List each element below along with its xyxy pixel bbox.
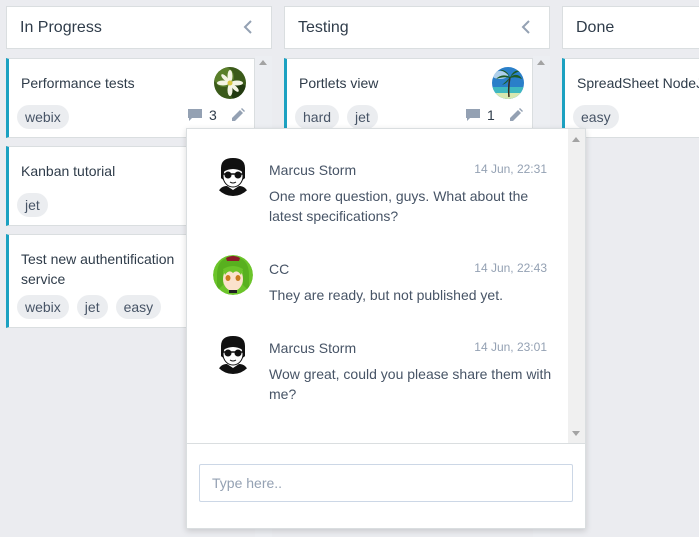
comment-item: Marcus Storm 14 Jun, 23:01 Wow great, co… — [187, 334, 567, 414]
scroll-down-arrow-icon[interactable] — [572, 431, 580, 436]
card-portlets-view[interactable]: Portlets view hard jet 1 — [284, 58, 533, 138]
edit-pencil-icon[interactable] — [509, 108, 523, 122]
comment-text: Wow great, could you please share them w… — [269, 366, 552, 402]
card-title: Test new authentification service — [21, 251, 175, 287]
column-header: Done — [562, 6, 699, 49]
tag-list: jet — [17, 193, 48, 217]
tag[interactable]: easy — [573, 105, 619, 129]
card-title: Portlets view — [299, 75, 379, 91]
tag-list: webix — [17, 105, 69, 129]
comment-item: Marcus Storm 14 Jun, 22:31 One more ques… — [187, 156, 567, 236]
chevron-left-icon[interactable] — [521, 19, 535, 37]
avatar-marcus-storm — [213, 334, 253, 374]
card-actions: 1 — [465, 107, 523, 123]
divider — [187, 443, 585, 444]
card-title: SpreadSheet NodeJS — [577, 75, 699, 91]
column-header: Testing — [284, 6, 550, 49]
column-title: Done — [576, 18, 615, 36]
avatar — [492, 67, 524, 99]
card-actions: 3 — [187, 107, 245, 123]
tag-list: easy — [573, 105, 619, 129]
avatar — [214, 67, 246, 99]
tag[interactable]: jet — [17, 193, 48, 217]
edit-pencil-icon[interactable] — [231, 108, 245, 122]
scroll-up-arrow-icon[interactable] — [259, 60, 267, 65]
column-title: Testing — [298, 18, 349, 36]
comment-text: They are ready, but not published yet. — [269, 287, 503, 303]
comment-count: 1 — [487, 107, 495, 123]
comment-item: CC 14 Jun, 22:43 They are ready, but not… — [187, 255, 567, 315]
card-title: Kanban tutorial — [21, 163, 116, 179]
comment-icon[interactable] — [465, 108, 481, 122]
tag-list: hard jet — [295, 105, 378, 129]
comments-popup: Marcus Storm 14 Jun, 22:31 One more ques… — [186, 128, 586, 529]
comments-list: Marcus Storm 14 Jun, 22:31 One more ques… — [187, 129, 585, 444]
avatar-marcus-storm — [213, 156, 253, 196]
tag[interactable]: easy — [115, 295, 162, 319]
comment-time: 14 Jun, 23:01 — [474, 340, 547, 354]
column-header: In Progress — [6, 6, 272, 49]
tag[interactable]: hard — [295, 105, 340, 129]
comment-time: 14 Jun, 22:43 — [474, 261, 547, 275]
column-title: In Progress — [20, 18, 102, 36]
kanban-board: In Progress Performance tests webix 3 Ka… — [0, 0, 699, 537]
tag[interactable]: webix — [17, 105, 69, 129]
comment-icon[interactable] — [187, 108, 203, 122]
card-performance-tests[interactable]: Performance tests webix 3 — [6, 58, 255, 138]
comment-author: Marcus Storm — [269, 340, 357, 356]
avatar-cc — [213, 255, 253, 295]
scroll-up-arrow-icon[interactable] — [537, 60, 545, 65]
card-title: Performance tests — [21, 75, 135, 91]
scroll-up-arrow-icon[interactable] — [572, 137, 580, 142]
comment-author: Marcus Storm — [269, 162, 357, 178]
comment-input[interactable] — [199, 464, 573, 502]
comment-text: One more question, guys. What about the … — [269, 188, 529, 224]
tag[interactable]: webix — [17, 295, 69, 319]
tag[interactable]: jet — [347, 105, 378, 129]
tag-list: webix jet easy — [17, 295, 162, 319]
comments-scrollbar[interactable] — [568, 129, 585, 444]
tag[interactable]: jet — [76, 295, 108, 319]
card-spreadsheet-nodejs[interactable]: SpreadSheet NodeJS easy — [562, 58, 699, 138]
chevron-left-icon[interactable] — [243, 19, 257, 37]
comment-author: CC — [269, 261, 290, 277]
comment-count: 3 — [209, 107, 217, 123]
comment-time: 14 Jun, 22:31 — [474, 162, 547, 176]
